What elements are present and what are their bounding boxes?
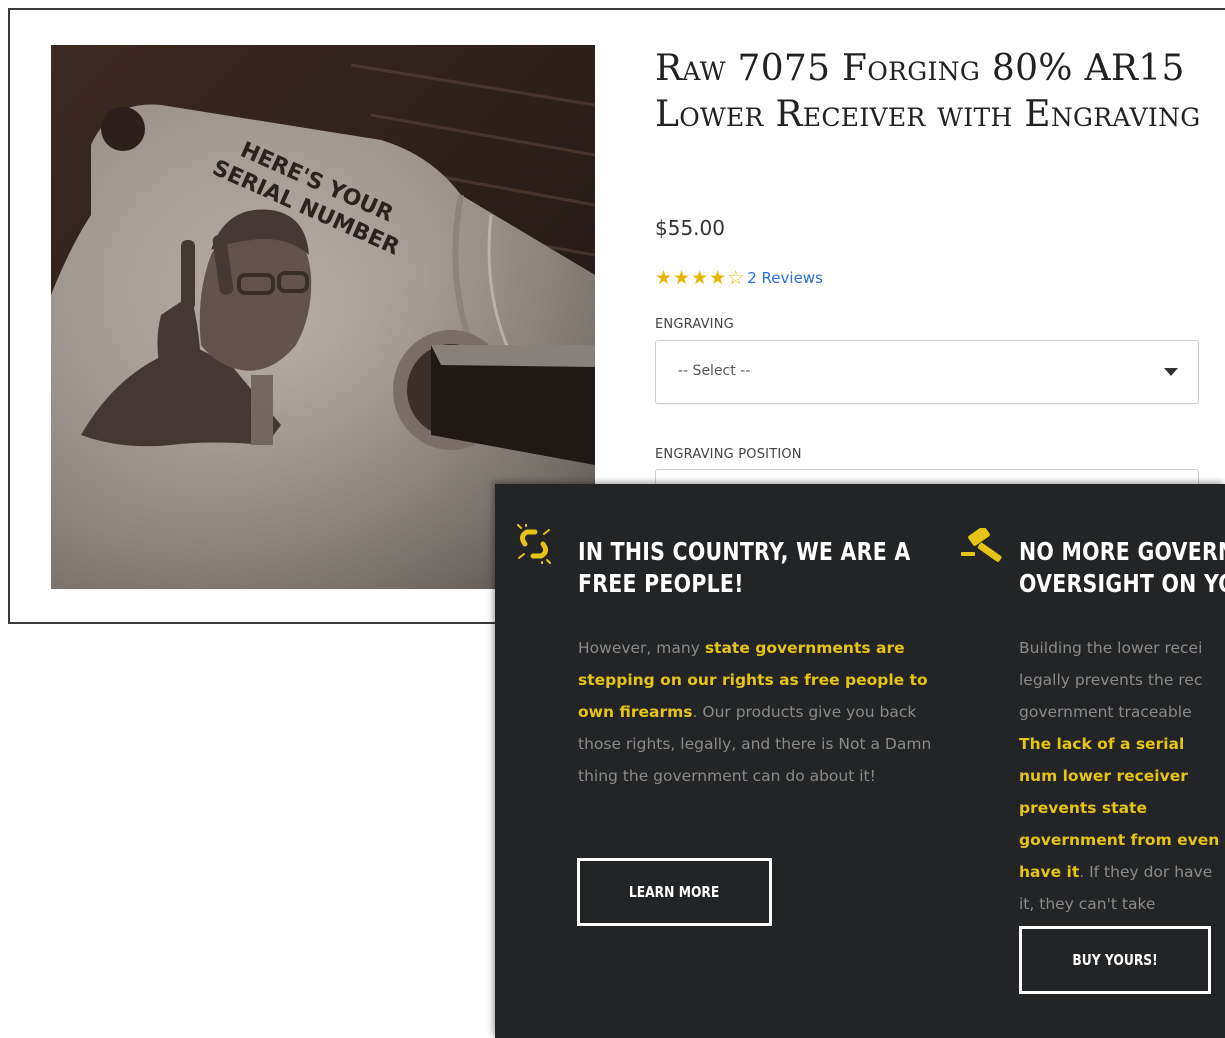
feature-heading: NO MORE GOVERNI OVERSIGHT ON YO [1019,536,1225,600]
star-filled-icon: ★ [673,267,691,289]
buy-yours-button[interactable]: BUY YOURS! [1019,926,1211,994]
star-empty-icon: ☆ [727,267,745,289]
buy-yours-button-label: BUY YOURS! [1072,951,1158,969]
rating-row: ★★★★☆ 2 Reviews [655,268,823,288]
product-title: Raw 7075 Forging 80% AR15 Lower Receiver… [655,48,1201,135]
feature-heading-line-1: NO MORE GOVERNI [1019,537,1225,566]
learn-more-button[interactable]: LEARN MORE [577,858,772,926]
engraving-label: ENGRAVING [655,317,734,332]
gavel-icon [961,528,1002,562]
broken-chain-icon [517,524,551,564]
feature-text-segment: Building the lower recei legally prevent… [1019,639,1203,721]
feature-description: However, many state governments are step… [578,632,938,792]
product-price: $55.00 [655,216,725,240]
feature-heading-line-1: IN THIS COUNTRY, WE ARE A [578,537,911,566]
star-filled-icon: ★ [655,267,673,289]
feature-heading-line-2: FREE PEOPLE! [578,569,744,598]
features-panel: IN THIS COUNTRY, WE ARE A FREE PEOPLE! H… [495,484,1225,1038]
feature-heading-line-2: OVERSIGHT ON YO [1019,569,1225,598]
star-rating: ★★★★☆ [655,268,745,288]
learn-more-button-label: LEARN MORE [629,883,720,901]
feature-description: Building the lower recei legally prevent… [1019,632,1224,920]
feature-text-highlight: The lack of a serial num lower receiver … [1019,735,1220,881]
star-filled-icon: ★ [709,267,727,289]
reviews-link[interactable]: 2 Reviews [747,269,823,287]
engraving-select[interactable]: -- Select -- [655,340,1199,404]
chevron-down-icon [1164,368,1178,376]
engraving-position-label: ENGRAVING POSITION [655,447,802,462]
feature-text-segment: However, many [578,639,705,657]
engraving-select-value: -- Select -- [678,363,751,379]
feature-heading: IN THIS COUNTRY, WE ARE A FREE PEOPLE! [578,536,910,600]
star-filled-icon: ★ [691,267,709,289]
page: HERE'S YOUR SERIAL NUMBER Raw 7075 Forgi… [0,0,1225,1038]
